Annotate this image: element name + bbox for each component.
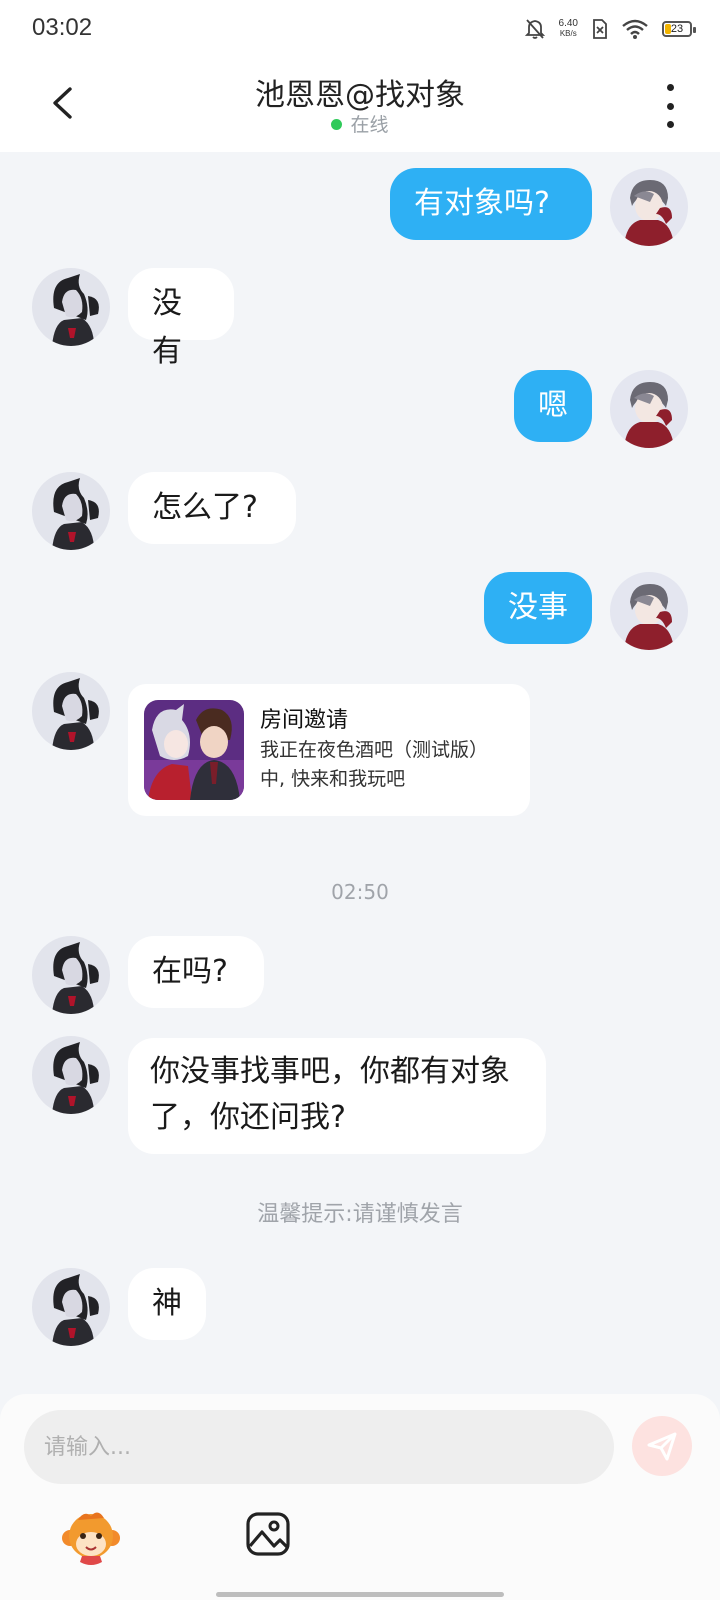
incoming-bubble[interactable]: 神 xyxy=(128,1268,206,1340)
contact-avatar[interactable] xyxy=(32,472,110,550)
home-indicator[interactable] xyxy=(216,1592,504,1597)
my-avatar[interactable] xyxy=(610,168,688,246)
sim-error-icon xyxy=(593,19,607,39)
net-speed-value: 6.40 xyxy=(558,18,578,29)
more-dot-icon xyxy=(666,121,674,128)
more-dot-icon xyxy=(666,102,674,110)
contact-avatar[interactable] xyxy=(32,936,110,1014)
status-time: 03:02 xyxy=(32,14,93,41)
incoming-bubble[interactable]: 没有 xyxy=(128,268,234,369)
net-speed: 6.40 KB/s xyxy=(559,19,578,39)
contact-avatar[interactable] xyxy=(32,1036,110,1114)
incoming-bubble[interactable]: 怎么了? xyxy=(128,472,296,544)
net-speed-unit: KB/s xyxy=(559,29,577,38)
room-invite-title: 房间邀请 xyxy=(260,708,349,733)
incoming-bubble[interactable]: 在吗? xyxy=(128,936,264,1008)
message-composer xyxy=(0,1394,720,1600)
more-options-button[interactable] xyxy=(658,84,682,128)
presence-label: 在线 xyxy=(350,114,389,136)
image-icon xyxy=(246,1512,290,1556)
my-avatar[interactable] xyxy=(610,370,688,448)
room-invite-thumbnail xyxy=(144,700,244,800)
chat-header: 池恩恩@找对象 在线 xyxy=(0,56,720,152)
message-list[interactable]: 有对象吗? 没有 嗯 怎么了? 没事 房间邀请 我正在夜色酒吧（测试版）中, 快… xyxy=(0,152,720,1394)
wifi-icon xyxy=(622,19,648,39)
monkey-emoji-icon xyxy=(62,1512,120,1565)
send-icon xyxy=(647,1432,677,1461)
image-picker-button[interactable] xyxy=(244,1510,292,1558)
monkey-emoji-button[interactable] xyxy=(60,1506,122,1568)
more-dot-icon xyxy=(666,84,674,91)
status-icons: 6.40 KB/s 23 xyxy=(524,16,696,42)
outgoing-bubble[interactable]: 嗯 xyxy=(514,370,592,442)
battery-icon: 23 xyxy=(662,21,696,37)
message-input[interactable] xyxy=(24,1410,614,1484)
contact-avatar[interactable] xyxy=(32,672,110,750)
room-invite-card[interactable]: 房间邀请 我正在夜色酒吧（测试版）中, 快来和我玩吧 xyxy=(128,684,530,816)
send-button[interactable] xyxy=(632,1416,692,1476)
incoming-bubble[interactable]: 你没事找事吧，你都有对象了，你还问我? xyxy=(128,1038,546,1154)
chat-title: 池恩恩@找对象 xyxy=(255,78,465,113)
contact-avatar[interactable] xyxy=(32,268,110,346)
safety-tip: 温馨提示:请谨慎发言 xyxy=(257,1202,463,1227)
room-invite-description: 我正在夜色酒吧（测试版）中, 快来和我玩吧 xyxy=(260,739,489,790)
outgoing-bubble[interactable]: 有对象吗? xyxy=(390,168,592,240)
battery-level: 23 xyxy=(670,23,684,35)
bell-off-icon xyxy=(524,19,545,39)
my-avatar[interactable] xyxy=(610,572,688,650)
status-bar: 03:02 6.40 KB/s 23 xyxy=(0,0,720,56)
outgoing-bubble[interactable]: 没事 xyxy=(484,572,592,644)
message-timestamp: 02:50 xyxy=(331,880,389,904)
presence-status: 在线 xyxy=(0,110,720,137)
contact-avatar[interactable] xyxy=(32,1268,110,1346)
online-dot-icon xyxy=(331,119,343,130)
